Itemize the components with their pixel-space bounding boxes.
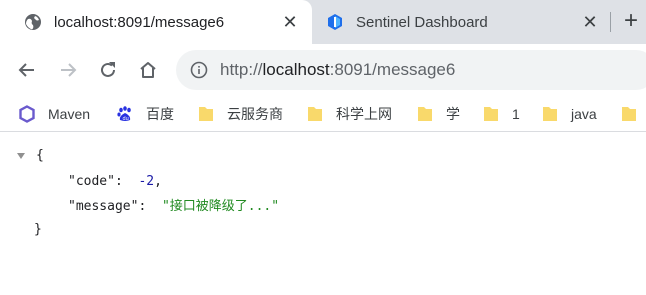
url-scheme: http://	[220, 60, 263, 79]
close-brace: }	[34, 222, 42, 237]
url-path: :8091/message6	[329, 60, 456, 79]
json-property-message: "message": "接口被降级了..."	[68, 198, 279, 216]
json-key: "code"	[68, 174, 115, 189]
bookmark-folder[interactable]: 云服务商	[197, 96, 283, 132]
json-colon: :	[138, 199, 162, 214]
tab-localhost[interactable]: localhost:8091/message6 ✕	[0, 0, 312, 44]
bookmarks-bar: Maven du 百度 云服务商 科学上网 学 1 java	[0, 96, 646, 132]
bookmark-label: 学	[446, 106, 460, 122]
folder-icon	[197, 105, 215, 123]
bookmark-label: java	[571, 106, 597, 122]
close-tab-icon[interactable]: ✕	[580, 12, 600, 32]
folder-icon	[541, 105, 559, 123]
bookmark-label: 1	[512, 106, 520, 122]
bookmark-folder[interactable]: 学	[416, 96, 460, 132]
json-close-brace: }	[34, 221, 42, 239]
new-tab-button[interactable]: +	[624, 9, 646, 34]
home-button[interactable]	[134, 56, 162, 84]
tab-separator	[610, 12, 611, 32]
forward-arrow-icon	[61, 63, 77, 77]
folder-icon	[416, 105, 434, 123]
collapse-toggle-icon[interactable]	[17, 153, 25, 159]
back-button[interactable]	[13, 56, 41, 84]
address-bar[interactable]: http://localhost:8091/message6	[176, 50, 646, 90]
baidu-paw-icon: du	[116, 105, 134, 123]
sentinel-logo-icon	[326, 13, 344, 31]
folder-icon	[306, 105, 324, 123]
bookmark-folder[interactable]: java	[541, 96, 597, 132]
site-info-icon[interactable]	[190, 61, 208, 79]
json-colon: :	[114, 174, 139, 189]
maven-hexagon-icon	[18, 105, 36, 123]
svg-text:du: du	[123, 116, 129, 122]
globe-icon	[24, 13, 42, 31]
json-comma: ,	[154, 174, 162, 189]
back-arrow-icon	[18, 63, 34, 77]
json-open-brace: {	[36, 147, 44, 165]
json-number-value: -2	[138, 174, 155, 189]
url-host: localhost	[262, 60, 330, 79]
bookmark-label: 百度	[146, 106, 174, 122]
json-viewer: { "code": -2, "message": "接口被降级了..." }	[0, 132, 646, 295]
bookmark-label: 科学上网	[336, 106, 392, 122]
json-property-code: "code": -2,	[68, 173, 162, 191]
bookmark-folder[interactable]: 科学上网	[306, 96, 392, 132]
tab-title: localhost:8091/message6	[54, 13, 225, 31]
tab-sentinel-dashboard[interactable]: Sentinel Dashboard ✕	[312, 0, 612, 44]
browser-toolbar: http://localhost:8091/message6	[0, 44, 646, 96]
json-key: "message"	[68, 199, 139, 214]
json-string-value: "接口被降级了..."	[161, 199, 280, 214]
url-text: http://localhost:8091/message6	[220, 60, 455, 80]
folder-icon	[620, 105, 638, 123]
bookmark-folder[interactable]	[620, 96, 646, 132]
open-brace: {	[36, 148, 44, 163]
bookmark-folder[interactable]: 1	[482, 96, 520, 132]
reload-button[interactable]	[94, 56, 122, 84]
folder-icon	[482, 105, 500, 123]
bookmark-maven[interactable]: Maven	[18, 96, 90, 132]
bookmark-label: 云服务商	[227, 106, 283, 122]
bookmark-label: Maven	[48, 106, 91, 122]
bookmark-baidu[interactable]: du 百度	[116, 96, 174, 132]
home-icon	[140, 62, 156, 78]
tab-strip: localhost:8091/message6 ✕ Sentinel Dashb…	[0, 0, 646, 44]
close-tab-icon[interactable]: ✕	[280, 12, 300, 32]
tab-title: Sentinel Dashboard	[356, 13, 488, 31]
forward-button[interactable]	[54, 56, 82, 84]
reload-icon	[101, 62, 115, 77]
